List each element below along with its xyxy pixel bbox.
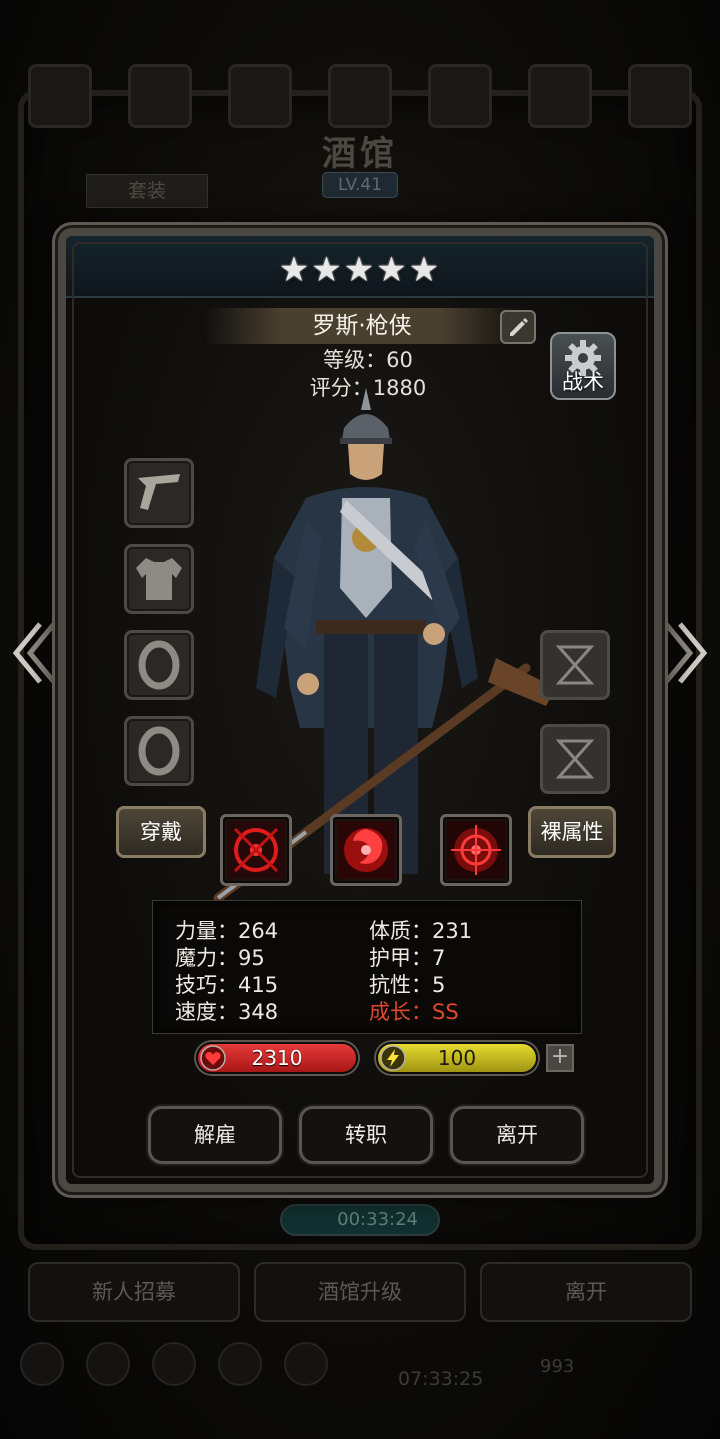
bg-nav-icon [20, 1342, 64, 1386]
star-rating: ★★★★★ [278, 250, 442, 290]
rename-button[interactable] [500, 310, 536, 344]
pistol-icon [138, 474, 180, 510]
bg-nav-icon [86, 1342, 130, 1386]
skill-slot-3[interactable] [440, 814, 512, 886]
wear-button[interactable]: 穿戴 [116, 806, 206, 858]
bg-menu-icon [528, 64, 592, 128]
add-energy-button[interactable]: + [546, 1044, 574, 1072]
tactics-label: 战术 [562, 370, 604, 394]
transfer-job-button[interactable]: 转职 [299, 1106, 433, 1164]
hero-name: 罗斯·枪侠 [204, 308, 520, 344]
equip-slot-empty-1[interactable] [540, 630, 610, 700]
bg-upgrade-button: 酒馆升级 [254, 1262, 466, 1322]
attr-resistance: 抗性：5 [369, 973, 446, 997]
heart-icon [200, 1045, 226, 1071]
bg-tab-suit: 套装 [86, 174, 208, 208]
equip-slot-ring-2[interactable] [124, 716, 194, 786]
attr-growth: 成长：SS [369, 1000, 459, 1024]
bg-timer: 00:33:24 [280, 1204, 440, 1236]
skill-slot-1[interactable] [220, 814, 292, 886]
hero-detail-dialog: ★★★★★ 罗斯·枪侠 等级：60 评分：1880 战术 穿戴 裸属性 力量：2… [58, 228, 662, 1192]
skill-slot-2[interactable] [330, 814, 402, 886]
pencil-icon [510, 318, 528, 336]
tactics-button[interactable]: 战术 [550, 332, 616, 400]
naked-attributes-button[interactable]: 裸属性 [528, 806, 616, 858]
bg-menu-icon [628, 64, 692, 128]
hourglass-icon [555, 645, 595, 685]
equip-slot-ring-1[interactable] [124, 630, 194, 700]
armor-icon [136, 558, 182, 600]
next-hero-arrow-icon[interactable] [662, 618, 710, 688]
bg-menu-icon [328, 64, 392, 128]
dismiss-button[interactable]: 解雇 [148, 1106, 282, 1164]
hp-bar: 2310 [196, 1042, 358, 1074]
bg-timer-bottom: 07:33:25 [398, 1368, 484, 1390]
vortex-skill-icon [337, 821, 395, 879]
equip-slot-weapon[interactable] [124, 458, 194, 528]
bg-nav-icon [284, 1342, 328, 1386]
bg-menu-icon [228, 64, 292, 128]
energy-value: 100 [437, 1046, 477, 1070]
equip-slot-empty-2[interactable] [540, 724, 610, 794]
attr-speed: 速度：348 [175, 1000, 279, 1024]
ring-icon [138, 726, 180, 776]
crosshair-skill-icon [227, 821, 285, 879]
bg-menu-icon [128, 64, 192, 128]
hp-value: 2310 [251, 1046, 303, 1070]
attr-skill: 技巧：415 [175, 973, 279, 997]
background-top-icons [28, 64, 692, 128]
attr-armor: 护甲：7 [369, 946, 446, 970]
hourglass-icon [555, 739, 595, 779]
ring-icon [138, 640, 180, 690]
bg-recruit-button: 新人招募 [28, 1262, 240, 1322]
attr-constitution: 体质：231 [369, 919, 473, 943]
target-skill-icon [447, 821, 505, 879]
bg-title: 酒馆 [322, 134, 398, 174]
energy-bar: 100 [376, 1042, 538, 1074]
bg-nav-icon [152, 1342, 196, 1386]
bg-menu-icon [428, 64, 492, 128]
attr-magic: 魔力：95 [175, 946, 265, 970]
attr-strength: 力量：264 [175, 919, 279, 943]
bg-currency: 993 [540, 1356, 575, 1377]
prev-hero-arrow-icon[interactable] [10, 618, 58, 688]
bg-menu-icon [28, 64, 92, 128]
bg-leave-button: 离开 [480, 1262, 692, 1322]
leave-button[interactable]: 离开 [450, 1106, 584, 1164]
bg-bottom-icons [20, 1342, 328, 1386]
bg-level-badge: LV.41 [322, 172, 398, 198]
bg-nav-icon [218, 1342, 262, 1386]
equip-slot-armor[interactable] [124, 544, 194, 614]
lightning-icon [380, 1045, 406, 1071]
attributes-panel: 力量：264 体质：231 魔力：95 护甲：7 技巧：415 抗性：5 速度：… [152, 900, 582, 1034]
